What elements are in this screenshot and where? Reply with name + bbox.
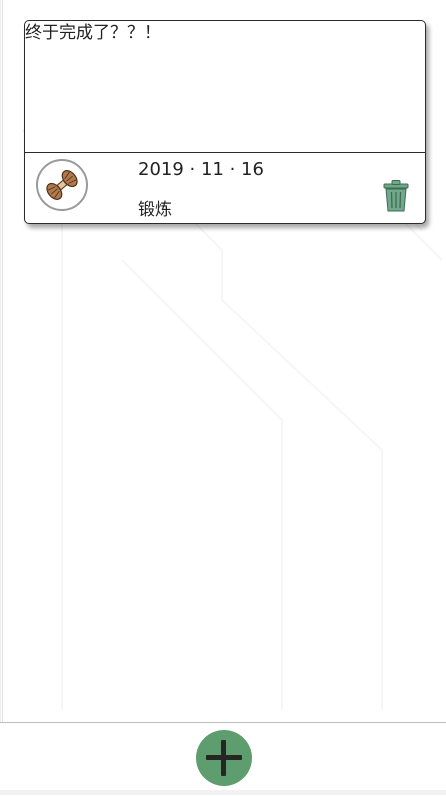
entry-content-text: 终于完成了？？！ [25,23,161,43]
add-entry-button[interactable] [196,730,252,786]
entry-category: 锻炼 [138,200,172,220]
category-avatar [36,159,88,211]
bottom-edge [0,790,446,795]
plus-icon-vertical [221,740,226,776]
diary-entry-card[interactable]: 终于完成了？？！ 2019 · 11 · 16 锻炼 [24,20,426,224]
trash-icon[interactable] [383,180,409,212]
dumbbell-icon [46,170,78,200]
frame-edge [0,0,1,795]
entry-content-area[interactable]: 终于完成了？？！ [25,21,425,153]
frame-divider [2,0,3,722]
entry-date: 2019 · 11 · 16 [138,159,264,180]
